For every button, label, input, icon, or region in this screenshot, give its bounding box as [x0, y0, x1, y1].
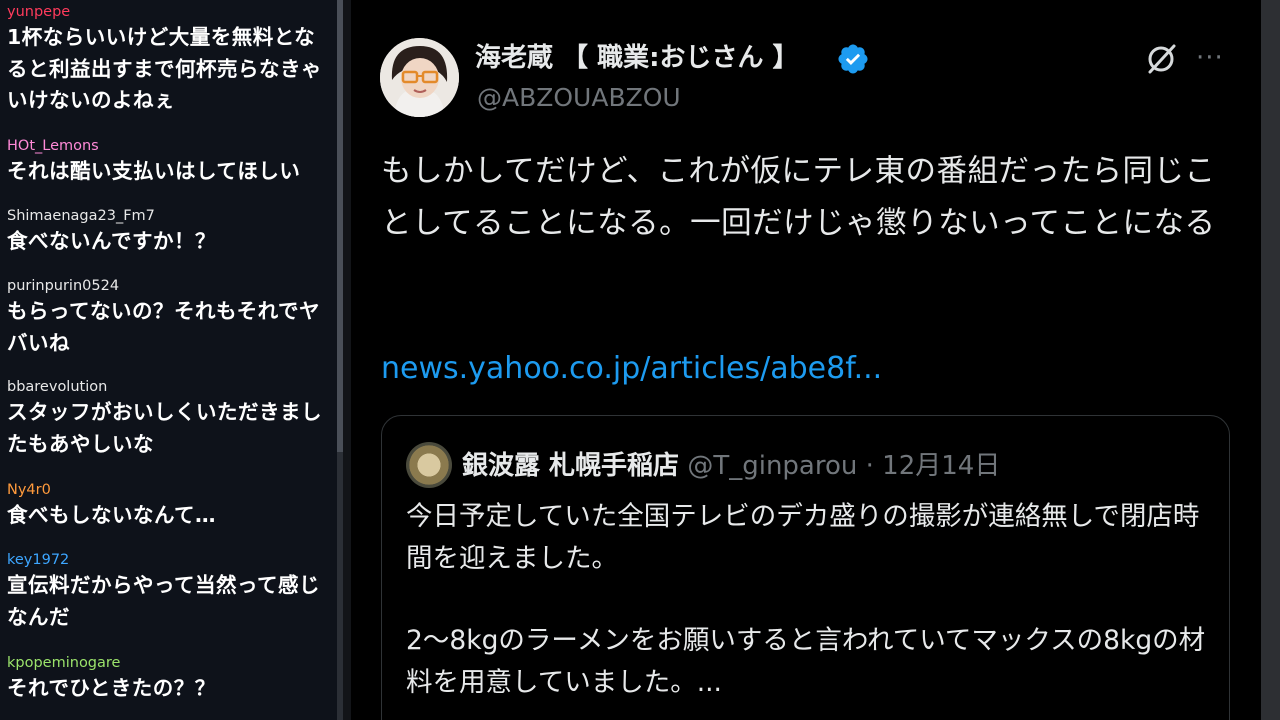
chat-message: yunpepe 1杯ならいいけど大量を無料となると利益出すまで何杯売らなきゃいけ… — [7, 3, 335, 117]
screen: yunpepe 1杯ならいいけど大量を無料となると利益出すまで何杯売らなきゃいけ… — [0, 0, 1280, 720]
chat-message-text: 食べもしないなんて… — [7, 503, 216, 527]
chat-username[interactable]: kpopeminogare — [7, 654, 335, 672]
verified-badge-icon[interactable] — [836, 42, 870, 76]
chat-username[interactable]: purinpurin0524 — [7, 277, 335, 295]
more-options-icon[interactable]: ··· — [1196, 45, 1224, 71]
chat-message: Shimaenaga23_Fm7 食べないんですか！？ — [7, 207, 335, 258]
chat-username[interactable]: HOt_Lemons — [7, 137, 335, 155]
chat-username[interactable]: bbarevolution — [7, 378, 335, 396]
chat-username[interactable]: key1972 — [7, 551, 335, 569]
chat-username[interactable]: yunpepe — [7, 3, 335, 21]
chat-username[interactable]: Shimaenaga23_Fm7 — [7, 207, 335, 225]
page-edge — [1261, 0, 1280, 720]
chat-message: bbarevolution スタッフがおいしくいただきましたもあやしいな — [7, 378, 335, 460]
chat-message: key1972 宣伝料だからやって当然って感じなんだ — [7, 551, 335, 633]
grok-icon[interactable] — [1143, 41, 1179, 77]
chat-message: kpopeminogare それでひときたの？？ — [7, 654, 335, 705]
divider — [343, 0, 351, 720]
quoted-avatar[interactable] — [406, 442, 452, 488]
quoted-display-name[interactable]: 銀波露 札幌手稲店 — [462, 451, 679, 481]
chat-message-text: 1杯ならいいけど大量を無料となると利益出すまで何杯売らなきゃいけないのよねぇ — [7, 25, 322, 112]
quoted-text-line: 今日予定していた全国テレビのデカ盛りの撮影が連絡無しで閉店時間を迎えました。 — [406, 501, 1200, 574]
chat-message: Ny4r0 食べもしないなんて… — [7, 481, 335, 532]
article-link[interactable]: news.yahoo.co.jp/articles/abe8f... — [381, 345, 882, 393]
quoted-text: 今日予定していた全国テレビのデカ盛りの撮影が連絡無しで閉店時間を迎えました。 2… — [406, 496, 1216, 704]
chat-message: HOt_Lemons それは酷い支払いはしてほしい — [7, 137, 335, 188]
chat-message: purinpurin0524 もらってないの？それもそれでヤバいね — [7, 277, 335, 359]
chat-message-text: スタッフがおいしくいただきましたもあやしいな — [7, 400, 322, 456]
chat-username[interactable]: Ny4r0 — [7, 481, 335, 499]
avatar-image — [380, 38, 459, 117]
chat-message-text: それでひときたの？？ — [7, 676, 216, 700]
quoted-date[interactable]: 12月14日 — [882, 451, 1000, 481]
chat-message-text: もらってないの？それもそれでヤバいね — [7, 299, 320, 355]
chat-message-text: 食べないんですか！？ — [7, 229, 216, 253]
quoted-header: 銀波露 札幌手稲店 @T_ginparou · 12月14日 — [462, 446, 1000, 486]
chat-message-text: それは酷い支払いはしてほしい — [7, 159, 301, 183]
quoted-handle[interactable]: @T_ginparou — [687, 451, 857, 481]
chat-panel: yunpepe 1杯ならいいけど大量を無料となると利益出すまで何杯売らなきゃいけ… — [0, 0, 338, 720]
meta-separator: · — [865, 451, 874, 481]
avatar[interactable] — [380, 38, 459, 117]
handle[interactable]: @ABZOUABZOU — [477, 80, 681, 116]
display-name[interactable]: 海老蔵 【 職業:おじさん 】 — [475, 38, 799, 78]
tweet-text: もしかしてだけど、これが仮にテレ東の番組だったら同じことしてることになる。一回だ… — [381, 154, 1216, 241]
chat-message-text: 宣伝料だからやって当然って感じなんだ — [7, 573, 320, 629]
quoted-text-line: 2〜8kgのラーメンをお願いすると言われていてマックスの8kgの材料を用意してい… — [406, 625, 1206, 698]
